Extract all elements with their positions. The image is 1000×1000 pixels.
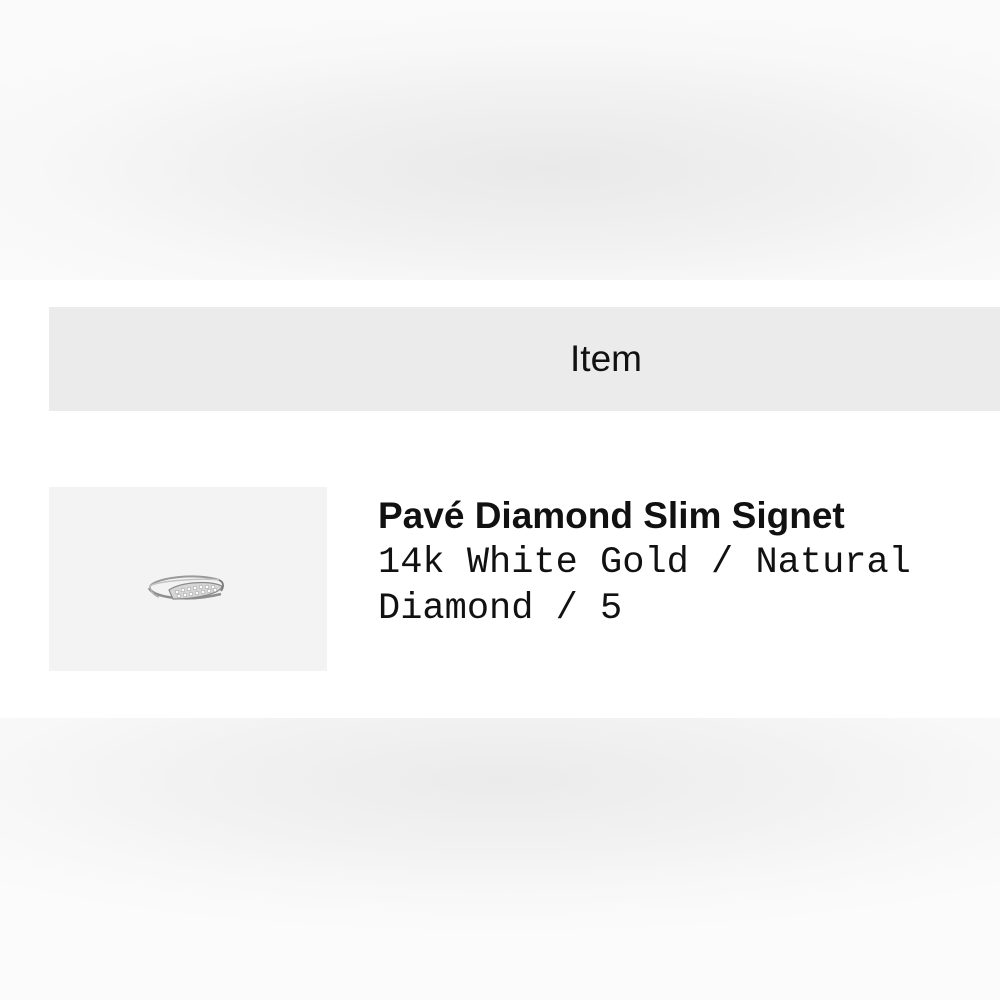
item-row: Pavé Diamond Slim Signet 14k White Gold … (49, 487, 1000, 672)
product-variant: 14k White Gold / Natural Diamond / 5 (378, 542, 911, 630)
ring-image-icon (147, 575, 224, 600)
order-summary-card: Item Pavé Diamond Slim Signet 14k White … (0, 280, 1000, 718)
product-thumbnail[interactable] (49, 487, 327, 671)
blurred-background-bottom (0, 718, 1000, 1000)
product-name: Pavé Diamond Slim Signet (378, 495, 845, 536)
header-item-label: Item (570, 338, 642, 379)
blurred-background-top (0, 0, 1000, 280)
table-header: Item (49, 307, 1000, 411)
